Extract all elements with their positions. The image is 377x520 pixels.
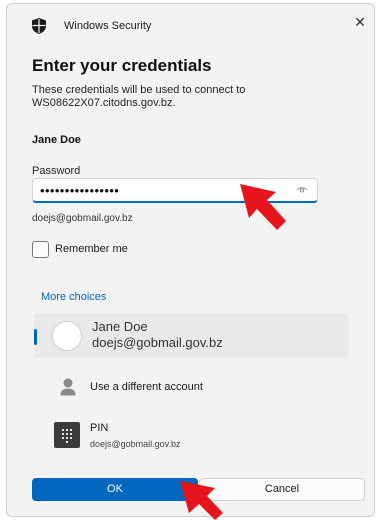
user-name: Jane Doe — [32, 134, 81, 146]
description-line-2: WS08622X07.citodns.gov.bz. — [32, 97, 176, 109]
keypad-icon — [54, 422, 80, 448]
close-button[interactable]: ✕ — [351, 13, 369, 31]
app-title: Windows Security — [64, 20, 152, 32]
account-option-jane-doe[interactable]: Jane Doe doejs@gobmail.gov.bz — [34, 313, 349, 358]
dialog-heading: Enter your credentials — [32, 56, 212, 75]
use-different-account-option[interactable]: Use a different account — [34, 370, 349, 406]
use-different-account-label: Use a different account — [90, 381, 203, 393]
selection-indicator — [34, 329, 37, 345]
dialog-description: These credentials will be used to connec… — [32, 84, 352, 110]
person-icon — [60, 378, 76, 396]
title-bar: Windows Security ✕ — [7, 4, 374, 44]
ok-button[interactable]: OK — [32, 478, 198, 501]
shield-icon — [32, 18, 46, 34]
pin-account: doejs@gobmail.gov.bz — [90, 439, 181, 449]
account-hint: doejs@gobmail.gov.bz — [32, 213, 133, 224]
account-name: Jane Doe — [92, 319, 148, 334]
cancel-button[interactable]: Cancel — [199, 478, 365, 501]
description-line-1: These credentials will be used to connec… — [32, 84, 246, 96]
credentials-dialog: Windows Security ✕ Enter your credential… — [6, 3, 375, 517]
account-email: doejs@gobmail.gov.bz — [92, 335, 223, 350]
password-label: Password — [32, 165, 81, 177]
remember-me-label: Remember me — [55, 243, 128, 255]
password-masked-value: •••••••••••••••• — [40, 183, 120, 198]
more-choices-link[interactable]: More choices — [41, 291, 106, 303]
avatar — [52, 321, 82, 351]
password-field[interactable]: •••••••••••••••• — [32, 178, 318, 203]
pin-option[interactable]: PIN doejs@gobmail.gov.bz — [34, 417, 349, 455]
checkbox-box[interactable] — [32, 241, 49, 258]
eye-icon[interactable] — [297, 186, 307, 194]
pin-title: PIN — [90, 422, 109, 434]
